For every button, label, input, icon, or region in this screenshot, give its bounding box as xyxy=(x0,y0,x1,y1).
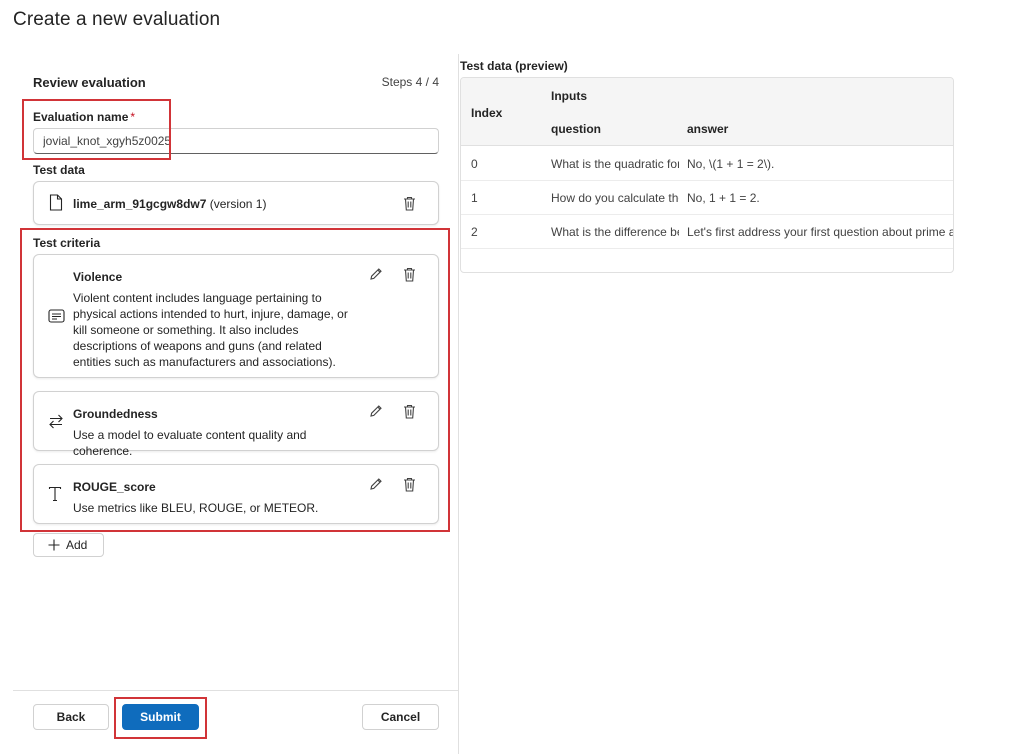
test-data-file-name: lime_arm_91gcgw8dw7 (version 1) xyxy=(73,197,266,211)
plus-icon xyxy=(48,539,60,551)
file-version: (version 1) xyxy=(209,197,267,211)
test-data-preview-table: Index Inputs question answer 0 What is t… xyxy=(460,77,954,273)
back-button[interactable]: Back xyxy=(33,704,109,730)
arrows-swap-icon xyxy=(48,414,64,434)
test-data-label: Test data xyxy=(33,163,85,177)
review-title: Review evaluation xyxy=(33,75,146,90)
criteria-card-groundedness: Groundedness Use a model to evaluate con… xyxy=(33,391,439,458)
edit-criteria-button[interactable] xyxy=(367,265,385,283)
test-criteria-label: Test criteria xyxy=(33,236,101,250)
criteria-card-rouge-score: ROUGE_score Use metrics like BLEU, ROUGE… xyxy=(33,464,439,524)
criteria-description: Use metrics like BLEU, ROUGE, or METEOR. xyxy=(73,501,319,515)
document-icon xyxy=(49,194,63,216)
page-title: Create a new evaluation xyxy=(13,9,221,30)
header-question: question xyxy=(551,122,601,136)
evaluation-name-input[interactable] xyxy=(33,128,439,154)
cell-answer: No, 1 + 1 = 2. xyxy=(687,191,760,205)
criteria-description: Violent content includes language pertai… xyxy=(73,291,348,369)
page: Create a new evaluation Review evaluatio… xyxy=(0,0,1014,754)
trash-icon xyxy=(403,267,415,282)
criteria-title: Violence xyxy=(73,270,123,284)
header-inputs: Inputs xyxy=(551,89,587,103)
evaluation-name-label: Evaluation name * xyxy=(33,110,135,124)
criteria-description: Use a model to evaluate content quality … xyxy=(73,428,307,458)
pencil-icon xyxy=(370,405,382,417)
cell-index: 1 xyxy=(471,191,478,205)
panel-divider xyxy=(458,54,459,754)
add-criteria-button[interactable]: Add xyxy=(33,533,104,557)
cell-answer: No, \(1 + 1 = 2\). xyxy=(687,157,775,171)
test-data-file-card: lime_arm_91gcgw8dw7 (version 1) xyxy=(33,181,439,225)
edit-criteria-button[interactable] xyxy=(367,402,385,420)
cell-index: 2 xyxy=(471,225,478,239)
text-box-icon xyxy=(48,309,65,328)
trash-icon xyxy=(403,196,415,211)
evaluation-name-label-text: Evaluation name xyxy=(33,110,129,124)
table-header: Index Inputs question answer xyxy=(461,78,953,146)
footer-divider xyxy=(13,690,458,691)
header-index: Index xyxy=(471,106,503,120)
test-data-preview-title: Test data (preview) xyxy=(460,59,568,73)
text-t-icon xyxy=(48,486,62,507)
cancel-button[interactable]: Cancel xyxy=(362,704,439,730)
submit-button[interactable]: Submit xyxy=(122,704,199,730)
table-row: 1 How do you calculate the No, 1 + 1 = 2… xyxy=(461,181,953,215)
pencil-icon xyxy=(370,268,382,280)
delete-criteria-button[interactable] xyxy=(400,265,418,283)
required-mark: * xyxy=(130,110,136,124)
file-name-text: lime_arm_91gcgw8dw7 xyxy=(73,197,207,211)
cell-question: How do you calculate the xyxy=(551,191,679,205)
delete-file-button[interactable] xyxy=(400,194,418,212)
criteria-card-violence: Violence Violent content includes langua… xyxy=(33,254,439,378)
header-answer: answer xyxy=(687,122,729,136)
delete-criteria-button[interactable] xyxy=(400,402,418,420)
cell-question: What is the difference bet xyxy=(551,225,679,239)
cell-index: 0 xyxy=(471,157,478,171)
criteria-title: ROUGE_score xyxy=(73,480,156,494)
table-row: 0 What is the quadratic form No, \(1 + 1… xyxy=(461,147,953,181)
add-label: Add xyxy=(66,538,88,552)
criteria-title: Groundedness xyxy=(73,407,158,421)
steps-indicator: Steps 4 / 4 xyxy=(381,75,439,89)
pencil-icon xyxy=(370,478,382,490)
cell-answer: Let's first address your first question … xyxy=(687,225,953,239)
trash-icon xyxy=(403,404,415,419)
delete-criteria-button[interactable] xyxy=(400,475,418,493)
table-row: 2 What is the difference bet Let's first… xyxy=(461,215,953,249)
cell-question: What is the quadratic form xyxy=(551,157,679,171)
trash-icon xyxy=(403,477,415,492)
edit-criteria-button[interactable] xyxy=(367,475,385,493)
